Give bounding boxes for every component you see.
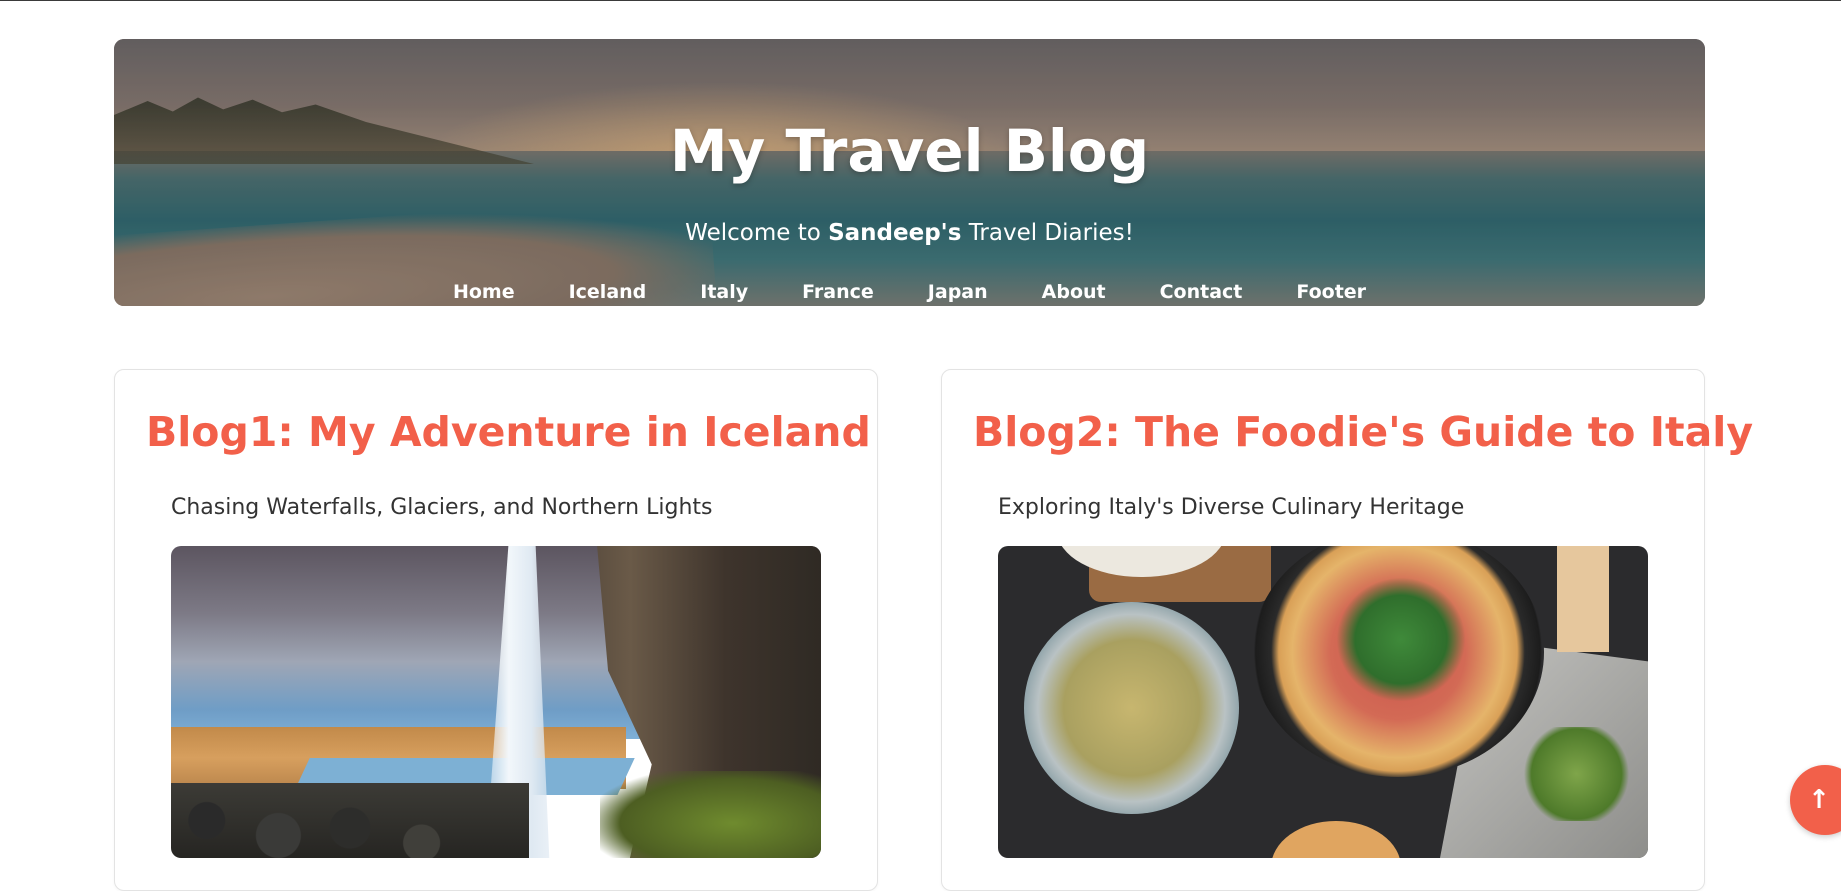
window-top-border	[0, 0, 1841, 1]
iceland-waterfall-image	[171, 546, 821, 858]
blog-title[interactable]: Blog1: My Adventure in Iceland	[146, 408, 871, 456]
nav-link-iceland[interactable]: Iceland	[569, 281, 647, 303]
nav-link-about[interactable]: About	[1042, 281, 1106, 303]
nav-link-japan[interactable]: Japan	[928, 281, 988, 303]
nav-link-home[interactable]: Home	[453, 281, 515, 303]
nav-link-france[interactable]: France	[802, 281, 874, 303]
nav-link-footer[interactable]: Footer	[1296, 281, 1366, 303]
main-nav: Home Iceland Italy France Japan About Co…	[114, 281, 1705, 303]
blog-tagline: Exploring Italy's Diverse Culinary Herit…	[998, 495, 1465, 520]
header-banner: My Travel Blog Welcome to Sandeep's Trav…	[114, 39, 1705, 306]
subtitle-suffix: Travel Diaries!	[961, 220, 1134, 246]
subtitle-name: Sandeep's	[828, 220, 962, 246]
scroll-to-top-button[interactable]: ↑	[1790, 765, 1841, 835]
blog-tagline: Chasing Waterfalls, Glaciers, and Northe…	[171, 495, 713, 520]
blog-card-iceland: Blog1: My Adventure in Iceland Chasing W…	[114, 369, 878, 891]
blog-card-italy: Blog2: The Foodie's Guide to Italy Explo…	[941, 369, 1753, 891]
nav-link-contact[interactable]: Contact	[1160, 281, 1243, 303]
italian-food-image	[998, 546, 1648, 858]
nav-link-italy[interactable]: Italy	[700, 281, 748, 303]
blog-title[interactable]: Blog2: The Foodie's Guide to Italy	[973, 408, 1753, 456]
subtitle-prefix: Welcome to	[685, 220, 829, 246]
arrow-up-icon: ↑	[1808, 785, 1830, 815]
site-title: My Travel Blog	[669, 117, 1150, 185]
site-subtitle: Welcome to Sandeep's Travel Diaries!	[114, 220, 1705, 246]
